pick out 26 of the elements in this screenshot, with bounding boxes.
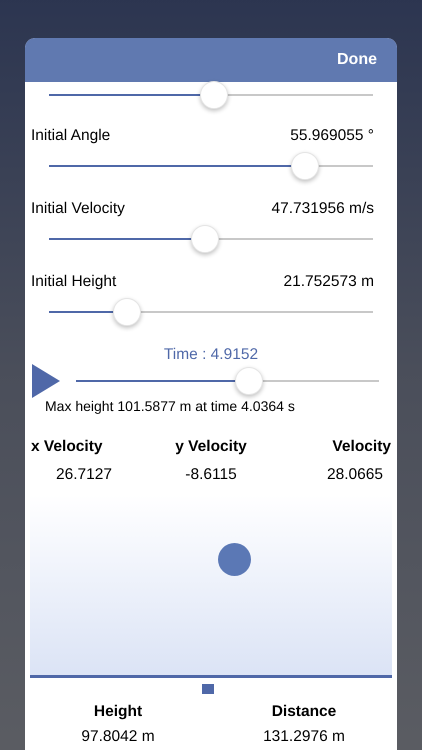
readout-value: 131.2976 m — [263, 727, 345, 747]
velocity-label: x Velocity — [31, 437, 103, 458]
slider-thumb[interactable] — [112, 298, 141, 326]
parameter-label: Initial Height — [31, 272, 116, 292]
velocity-value: -8.6115 — [185, 464, 237, 484]
parameter-label: Initial Velocity — [31, 198, 125, 219]
readout-label: Height — [94, 702, 142, 722]
launcher-square — [202, 684, 214, 694]
slider-thumb[interactable] — [290, 152, 319, 180]
velocity-label: Velocity — [332, 437, 391, 458]
play-icon[interactable] — [32, 364, 60, 398]
parameter-value: 55.969055 ° — [290, 126, 374, 146]
readout-value: 97.8042 m — [81, 727, 155, 747]
velocity-value: 28.0665 — [326, 464, 383, 484]
velocity-label: y Velocity — [175, 437, 247, 458]
readout-label: Distance — [272, 702, 336, 722]
parameter-value: 47.731956 m/s — [271, 198, 374, 219]
slider-thumb[interactable] — [190, 225, 219, 253]
max-height-text: Max height 101.5877 m at time 4.0364 s — [45, 398, 295, 414]
time-label: Time : 4.9152 — [164, 345, 258, 365]
done-button[interactable]: Done — [337, 48, 377, 72]
slider-thumb[interactable] — [234, 367, 263, 396]
velocity-value: 26.7127 — [56, 464, 112, 484]
slider-thumb[interactable] — [200, 81, 228, 109]
parameter-label: Initial Angle — [31, 126, 110, 146]
parameter-value: 21.752573 m — [284, 272, 374, 292]
